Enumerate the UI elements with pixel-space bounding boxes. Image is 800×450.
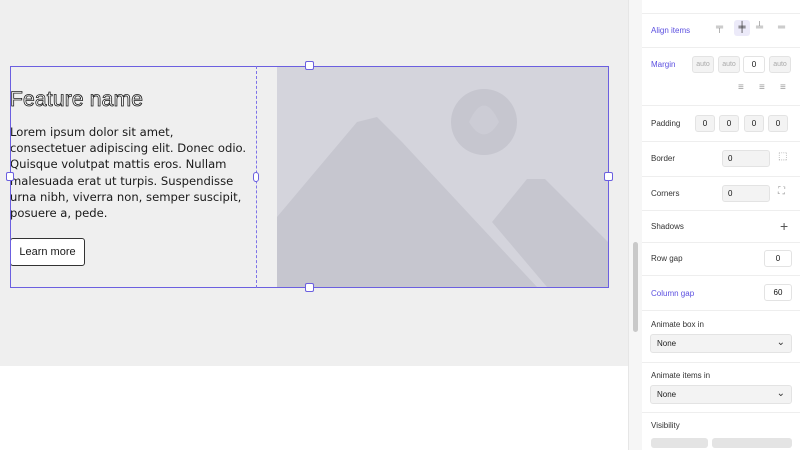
chevron-down-icon: ⌄ [776,337,785,348]
corners-label: Corners [651,189,680,198]
border-width-field[interactable]: 0 [722,150,770,167]
padding-row: Padding 0 0 0 0 [642,106,800,142]
align-top-icon[interactable]: ╤ [716,22,723,33]
shadows-label: Shadows [651,222,684,231]
row-gap-field[interactable]: 0 [764,250,792,267]
column-gap-label: Column gap [651,289,695,298]
align-items-row: Align items ╤ ╪ ╧ ═ [642,14,800,48]
add-shadow-icon[interactable]: + [780,218,788,234]
visibility-option-1[interactable] [651,438,708,448]
selection-outline [10,66,609,288]
align-bottom-icon[interactable]: ╧ [756,22,763,33]
margin-left-field[interactable]: auto [769,56,791,73]
align-stretch-icon[interactable]: ═ [778,22,785,33]
column-gap-handle[interactable] [253,172,259,182]
chevron-down-icon: ⌄ [776,388,785,399]
margin-bottom-field[interactable]: 0 [743,56,765,73]
animate-items-value: None [657,390,677,399]
animate-box-row: Animate box in None ⌄ [642,311,800,363]
animate-box-select[interactable]: None ⌄ [650,334,792,353]
row-gap-label: Row gap [651,254,683,263]
animate-box-value: None [657,339,677,348]
margin-row: Margin auto auto 0 auto ≡ ≡ ≡ [642,48,800,106]
shadows-row: Shadows + [642,211,800,243]
canvas-scrollbar[interactable] [628,0,642,450]
animate-items-label: Animate items in [651,371,711,380]
margin-top-field[interactable]: auto [692,56,714,73]
inspector-panel: Align items ╤ ╪ ╧ ═ Margin auto auto 0 a… [642,0,800,450]
border-row: Border 0 ⬚ [642,142,800,177]
canvas-lower-area[interactable] [0,366,628,450]
animate-items-row: Animate items in None ⌄ [642,363,800,413]
align-left-icon[interactable]: ≡ [738,82,744,93]
corners-radius-field[interactable]: 0 [722,185,770,202]
animate-items-select[interactable]: None ⌄ [650,385,792,404]
resize-handle-top[interactable] [305,61,314,70]
align-items-label: Align items [651,26,691,35]
animate-box-label: Animate box in [651,320,704,329]
padding-top-field[interactable]: 0 [695,115,715,132]
margin-label: Margin [651,60,676,69]
resize-handle-bottom[interactable] [305,283,314,292]
scrollbar-thumb[interactable] [633,242,638,332]
resize-handle-left[interactable] [6,172,14,181]
column-gap-field[interactable]: 60 [764,284,792,301]
padding-bottom-field[interactable]: 0 [744,115,764,132]
border-style-icon[interactable]: ⬚ [778,151,787,162]
margin-right-field[interactable]: auto [718,56,740,73]
corners-expand-icon[interactable]: ⛶ [778,186,785,197]
visibility-label: Visibility [651,421,680,430]
column-gap-row: Column gap 60 [642,276,800,311]
row-gap-row: Row gap 0 [642,243,800,276]
resize-handle-right[interactable] [604,172,613,181]
align-right-icon[interactable]: ≡ [780,82,786,93]
visibility-option-2[interactable] [712,438,792,448]
padding-left-field[interactable]: 0 [768,115,788,132]
align-center-icon[interactable]: ╪ [734,20,750,36]
corners-row: Corners 0 ⛶ [642,177,800,211]
padding-right-field[interactable]: 0 [719,115,739,132]
panel-top-edge [642,0,800,14]
padding-label: Padding [651,119,681,128]
align-center-text-icon[interactable]: ≡ [759,82,765,93]
border-label: Border [651,154,676,163]
